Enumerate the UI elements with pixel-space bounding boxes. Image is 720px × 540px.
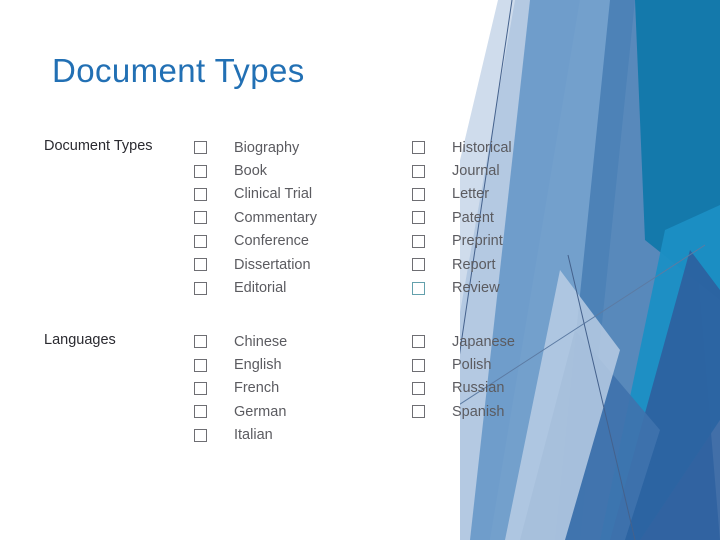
checkbox-row[interactable]: Journal [412, 159, 612, 182]
checkbox-icon[interactable] [412, 381, 425, 395]
checkbox-row[interactable]: Historical [412, 136, 612, 159]
checkbox-icon[interactable] [412, 187, 425, 201]
page-title: Document Types [52, 52, 305, 89]
checkbox-label: Dissertation [234, 256, 311, 273]
checkbox-label: Chinese [234, 333, 288, 350]
checkbox-row[interactable]: German [194, 400, 412, 423]
checkbox-row[interactable]: Book [194, 159, 412, 182]
checkbox-icon[interactable] [194, 335, 207, 349]
checkbox-icon[interactable] [194, 381, 207, 395]
checkbox-column-right: Japanese Polish Russian Spanish [412, 330, 612, 447]
checkbox-column-left: Chinese English French German Italian [194, 330, 412, 447]
checkbox-label: Biography [234, 139, 300, 156]
checkbox-row[interactable]: Preprint [412, 230, 612, 253]
checkbox-icon[interactable] [194, 187, 207, 201]
checkbox-label: Clinical Trial [234, 186, 313, 203]
checkbox-label: Preprint [452, 233, 503, 250]
checkbox-icon[interactable] [194, 234, 207, 248]
decor-bright-wedge [600, 205, 720, 540]
checkbox-row[interactable]: Editorial [194, 276, 412, 299]
checkbox-label: Polish [452, 357, 492, 374]
slide-canvas: Document Types Document Types Biography … [0, 0, 720, 540]
checkbox-label: Conference [234, 233, 309, 250]
checkbox-label: Historical [452, 139, 512, 156]
checkbox-icon[interactable] [412, 234, 425, 248]
checkbox-icon[interactable] [194, 405, 207, 419]
checkbox-column-left: Biography Book Clinical Trial Commentary… [194, 136, 412, 300]
checkbox-icon[interactable] [412, 164, 425, 178]
checkbox-icon[interactable] [412, 141, 425, 155]
checkbox-label: Editorial [234, 280, 287, 297]
checkbox-row[interactable]: Review [412, 276, 612, 299]
checkbox-label: Review [452, 280, 500, 297]
checkbox-row[interactable]: Biography [194, 136, 412, 159]
decor-teal-panel [635, 0, 720, 300]
decor-navy-wedge [610, 250, 720, 540]
checkbox-row[interactable]: Commentary [194, 206, 412, 229]
checkbox-row[interactable]: English [194, 353, 412, 376]
checkbox-label: Journal [452, 163, 500, 180]
checkbox-icon[interactable] [194, 164, 207, 178]
checkbox-icon[interactable] [412, 335, 425, 349]
checkbox-column-right: Historical Journal Letter Patent Preprin… [412, 136, 612, 300]
checkbox-icon[interactable] [412, 211, 425, 225]
checkbox-row[interactable]: Polish [412, 353, 612, 376]
checkbox-row[interactable]: Chinese [194, 330, 412, 353]
checkbox-icon[interactable] [194, 281, 207, 295]
checkbox-icon[interactable] [194, 428, 207, 442]
checkbox-row[interactable]: Russian [412, 377, 612, 400]
checkbox-icon[interactable] [194, 141, 207, 155]
checkbox-row[interactable]: Patent [412, 206, 612, 229]
checkbox-label: Japanese [452, 333, 515, 350]
checkbox-row[interactable]: Conference [194, 230, 412, 253]
group-label-languages: Languages [44, 332, 116, 348]
checkbox-row[interactable]: Italian [194, 424, 412, 447]
checkbox-row[interactable]: Spanish [412, 400, 612, 423]
checkbox-label: English [234, 357, 282, 374]
checkbox-icon[interactable] [412, 405, 425, 419]
checkbox-icon[interactable] [412, 258, 425, 272]
checkbox-label: Commentary [234, 209, 317, 226]
checkbox-row[interactable]: Report [412, 253, 612, 276]
checkbox-label: Spanish [452, 403, 505, 420]
checkbox-row[interactable]: French [194, 377, 412, 400]
checkbox-row[interactable]: Japanese [412, 330, 612, 353]
checkbox-label: Report [452, 256, 496, 273]
checkbox-label: Book [234, 163, 268, 180]
checkbox-icon[interactable] [194, 258, 207, 272]
checkbox-row[interactable]: Dissertation [194, 253, 412, 276]
group-label-document-types: Document Types [44, 138, 153, 154]
checkbox-label: Letter [452, 186, 490, 203]
checkbox-label: Patent [452, 209, 494, 226]
checkbox-label: Italian [234, 427, 273, 444]
checkbox-icon[interactable] [194, 211, 207, 225]
checkbox-label: French [234, 380, 280, 397]
checkbox-columns-document-types: Biography Book Clinical Trial Commentary… [194, 136, 612, 300]
checkbox-row[interactable]: Letter [412, 183, 612, 206]
checkbox-label: German [234, 403, 287, 420]
checkbox-columns-languages: Chinese English French German Italian Ja… [194, 330, 612, 447]
checkbox-icon[interactable] [194, 358, 207, 372]
checkbox-row[interactable]: Clinical Trial [194, 183, 412, 206]
checkbox-icon[interactable] [412, 358, 425, 372]
checkbox-icon[interactable] [412, 281, 425, 295]
checkbox-label: Russian [452, 380, 505, 397]
